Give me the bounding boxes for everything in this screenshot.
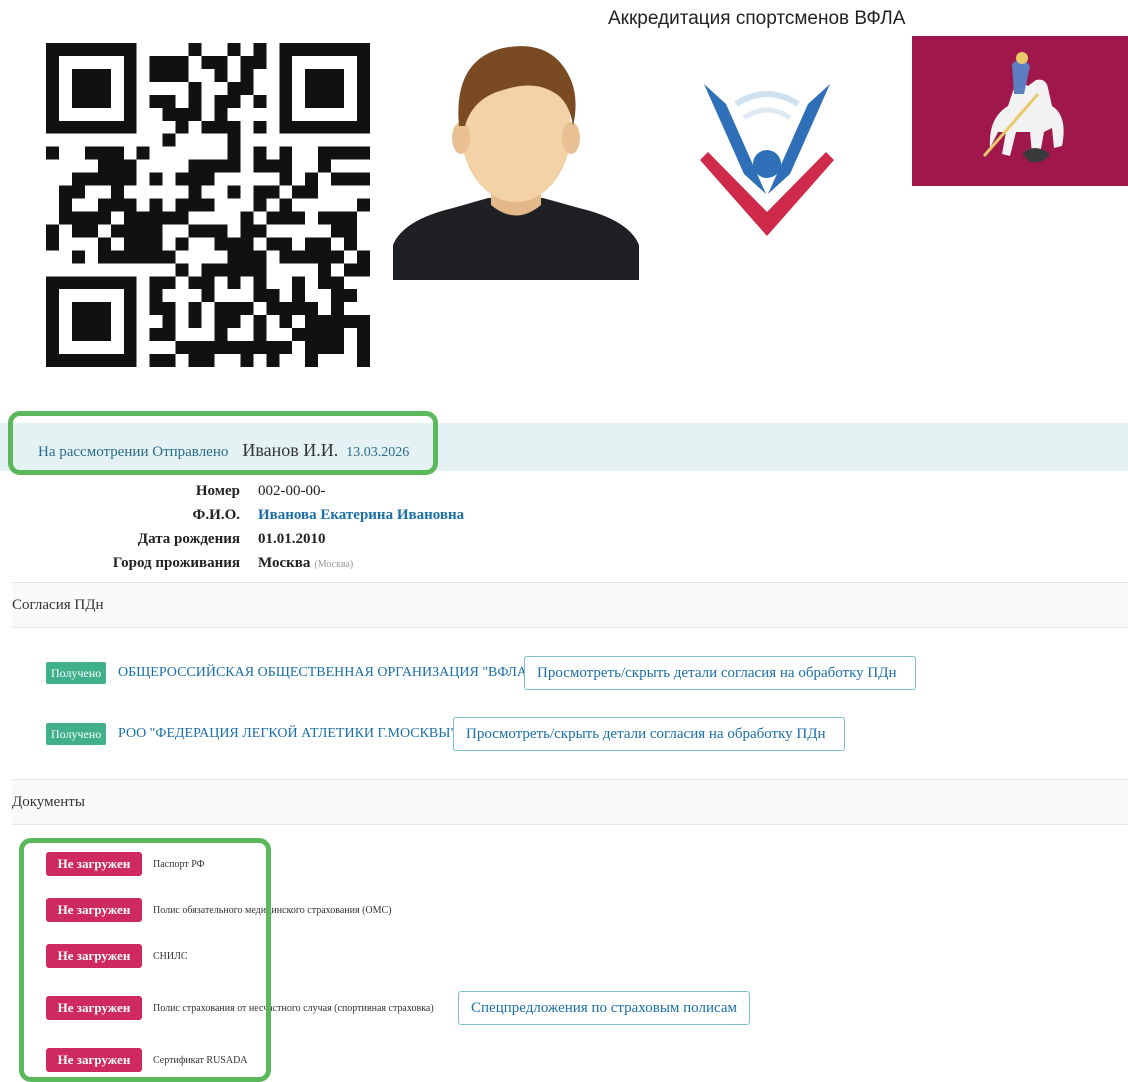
consent-details-button[interactable]: Просмотреть/скрыть детали согласия на об… [524, 656, 916, 690]
consent-org: ОБЩЕРОССИЙСКАЯ ОБЩЕСТВЕННАЯ ОРГАНИЗАЦИЯ … [118, 665, 533, 680]
info-value: Москва (Москва) [258, 555, 353, 572]
documents-title: Документы [12, 794, 85, 810]
info-label: Ф.И.О. [192, 507, 240, 523]
city-extra: (Москва) [314, 559, 354, 570]
consent-badge: Получено [46, 723, 107, 745]
athlete-name-link[interactable]: Иванова Екатерина Ивановна [258, 507, 464, 524]
info-label: Дата рождения [137, 531, 240, 547]
info-value: 002-00-00- [258, 483, 326, 499]
user-avatar-icon [393, 30, 639, 280]
status-date: 13.03.2026 [346, 445, 410, 460]
consent-details-button[interactable]: Просмотреть/скрыть детали согласия на об… [453, 717, 845, 751]
consents-title: Согласия ПДн [12, 597, 104, 613]
insurance-offers-button[interactable]: Спецпредложения по страховым полисам [458, 991, 750, 1025]
divider [12, 824, 1128, 825]
received-badge: Получено [46, 662, 107, 684]
info-label: Город проживания [112, 555, 240, 571]
status-reviewer: Иванов И.И. [242, 440, 339, 460]
divider [12, 627, 1128, 628]
consents-header-bg [12, 583, 1128, 627]
federation-logo-icon [696, 74, 838, 236]
info-label: Номер [195, 483, 240, 499]
qr-code-icon [46, 42, 370, 368]
documents-highlight-frame [19, 838, 271, 1082]
documents-header-bg [12, 780, 1128, 824]
page-title: Аккредитация спортсменов ВФЛА [608, 8, 906, 29]
city-value: Москва [258, 555, 311, 571]
consent-org: РОО "ФЕДЕРАЦИЯ ЛЕГКОЙ АТЛЕТИКИ Г.МОСКВЫ" [118, 726, 457, 741]
status-state: На рассмотрении Отправлено [38, 444, 229, 460]
moscow-flag-icon [912, 36, 1128, 186]
status-line: На рассмотрении Отправлено Иванов И.И. 13.… [38, 440, 409, 461]
consent-badge: Получено [46, 662, 107, 684]
received-badge: Получено [46, 723, 107, 745]
info-value: 01.01.2010 [258, 531, 326, 547]
